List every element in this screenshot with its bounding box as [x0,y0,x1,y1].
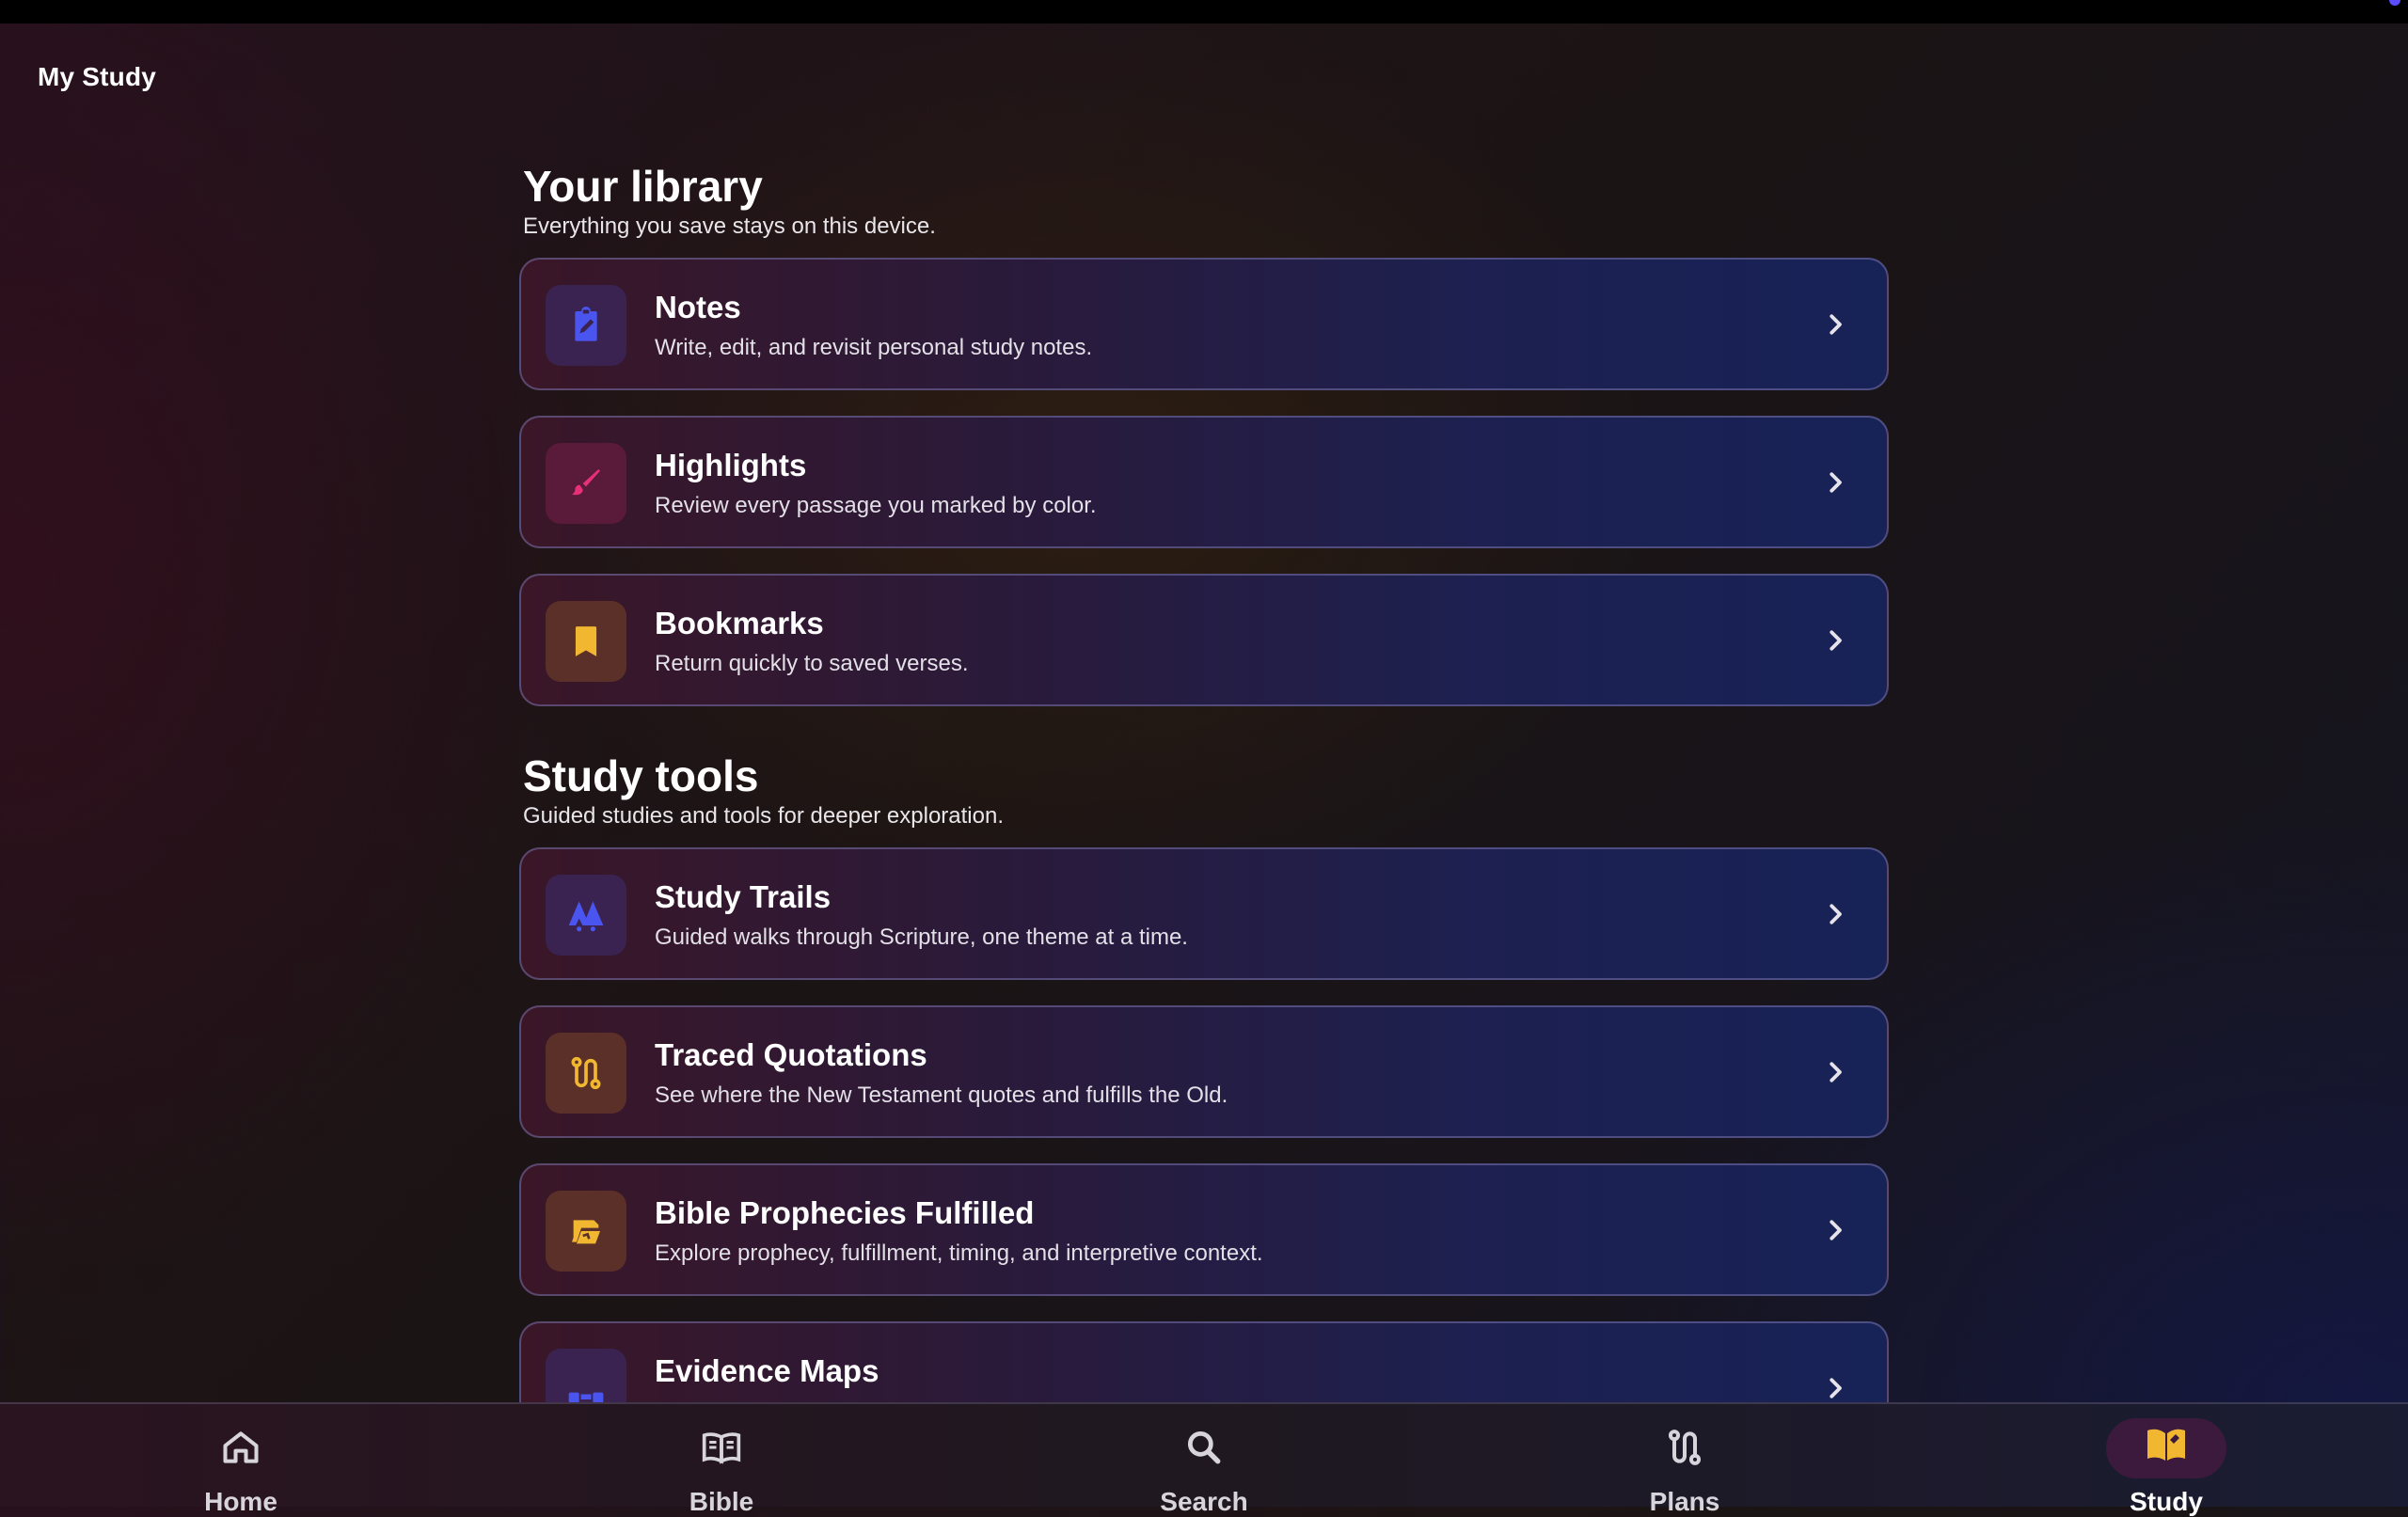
home-icon [223,1431,259,1463]
open-book-icon [2147,1429,2185,1461]
chevron-right-icon [1830,1062,1842,1082]
nav-search[interactable]: Search [1082,1404,1326,1516]
nav-label: Home [204,1487,277,1516]
bookmarks-title: Bookmarks [655,606,824,640]
chevron-right-icon [1830,314,1842,335]
notes-title: Notes [655,290,741,324]
notes-card[interactable]: Notes Write, edit, and revisit personal … [519,258,1889,390]
study-content[interactable]: Your library Everything you save stays o… [519,158,1889,1402]
nav-label: Plans [1649,1487,1720,1516]
prophecies-card[interactable]: Bible Prophecies Fulfilled Explore proph… [519,1163,1889,1296]
page-title: My Study [38,62,157,91]
book-icon [702,1432,741,1464]
route-icon [1668,1430,1702,1465]
tools-subtitle: Guided studies and tools for deeper expl… [523,803,1004,829]
highlights-card[interactable]: Highlights Review every passage you mark… [519,416,1889,548]
notes-subtitle: Write, edit, and revisit personal study … [655,335,1093,360]
scroll-icon [546,1191,626,1272]
tools-section-header: Study tools Guided studies and tools for… [523,748,1889,830]
prophecies-subtitle: Explore prophecy, fulfillment, timing, a… [655,1240,1263,1266]
brush-icon [546,443,626,524]
chevron-right-icon [1830,472,1842,493]
traced-quotations-card[interactable]: Traced Quotations See where the New Test… [519,1005,1889,1138]
chevron-right-icon [1830,1378,1842,1398]
chevron-right-icon [1830,904,1842,924]
bookmarks-subtitle: Return quickly to saved verses. [655,651,969,676]
prophecies-title: Bible Prophecies Fulfilled [655,1195,1035,1230]
bottom-nav: Home Bible Search Plans Study [0,1402,2408,1516]
study-trails-card[interactable]: Study Trails Guided walks through Script… [519,847,1889,980]
chevron-right-icon [1830,1220,1842,1240]
nav-study[interactable]: Study [2044,1404,2289,1516]
map-icon [546,1349,626,1402]
library-subtitle: Everything you save stays on this device… [523,213,936,239]
library-title: Your library [523,162,763,211]
clipboard-edit-icon [546,285,626,366]
traced-quotations-subtitle: See where the New Testament quotes and f… [655,1082,1228,1108]
trail-icon [546,875,626,956]
nav-bible[interactable]: Bible [599,1404,844,1516]
study-trails-subtitle: Guided walks through Scripture, one them… [655,924,1188,950]
status-indicator [2389,0,2400,6]
traced-quotations-title: Traced Quotations [655,1037,927,1072]
bookmarks-card[interactable]: Bookmarks Return quickly to saved verses… [519,574,1889,706]
chevron-right-icon [1830,630,1842,651]
nav-label: Bible [689,1487,754,1516]
highlights-subtitle: Review every passage you marked by color… [655,493,1097,518]
highlights-title: Highlights [655,448,807,482]
system-top-bar [0,0,2408,24]
nav-home[interactable]: Home [119,1404,363,1516]
nav-label: Study [2130,1487,2203,1516]
evidence-maps-card[interactable]: Evidence Maps [519,1321,1889,1402]
route-icon [546,1033,626,1114]
library-section-header: Your library Everything you save stays o… [523,158,1889,241]
nav-label: Search [1160,1487,1248,1516]
evidence-maps-title: Evidence Maps [655,1353,879,1388]
tools-title: Study tools [523,751,759,800]
bookmark-icon [546,601,626,682]
search-icon [1187,1430,1221,1464]
nav-plans[interactable]: Plans [1562,1404,1807,1516]
study-trails-title: Study Trails [655,879,832,914]
